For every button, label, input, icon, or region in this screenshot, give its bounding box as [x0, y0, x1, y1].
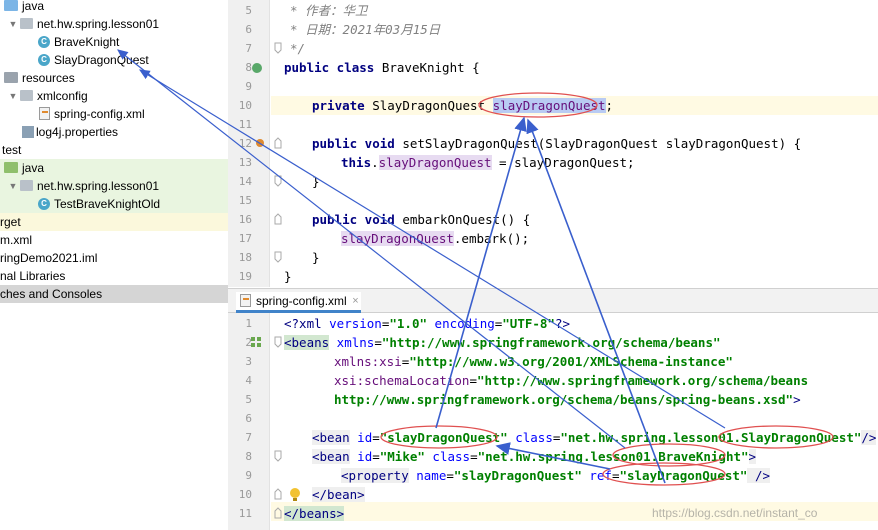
line-number: 1: [245, 317, 252, 330]
properties-file-icon: [22, 126, 34, 138]
folder-icon: [4, 72, 18, 83]
code-line-6: * 日期：2021年03月15日: [290, 22, 441, 37]
fold-marker-icon[interactable]: [274, 213, 282, 225]
tree-item-spring-config[interactable]: spring-config.xml: [0, 105, 228, 123]
line-number: 7: [245, 42, 252, 55]
xml-line-5: http://www.springframework.org/schema/be…: [334, 392, 801, 407]
line-number: 8: [245, 61, 252, 74]
fold-marker-icon[interactable]: [274, 175, 282, 187]
tree-item-java-src[interactable]: java: [0, 0, 228, 15]
tree-item-log4j[interactable]: log4j.properties: [0, 123, 228, 141]
editor-tab-bar: spring-config.xml ×: [228, 288, 878, 313]
tree-item-braveknight[interactable]: C BraveKnight: [0, 33, 228, 51]
run-class-icon[interactable]: [250, 61, 264, 75]
chevron-down-icon[interactable]: ▼: [8, 177, 18, 195]
code-line-19: }: [284, 269, 292, 284]
project-tree: java ▼ net.hw.spring.lesson01 C BraveKni…: [0, 0, 228, 530]
code-line-7: */: [290, 41, 306, 56]
line-number: 15: [238, 194, 252, 207]
line-number: 8: [245, 450, 252, 463]
line-number: 5: [245, 4, 252, 17]
line-number: 10: [238, 488, 252, 501]
xml-line-2: <beans xmlns="http://www.springframework…: [284, 335, 721, 350]
line-number: 13: [238, 156, 252, 169]
line-number: 6: [245, 23, 252, 36]
xml-line-7: <bean id="slayDragonQuest" class="net.hw…: [312, 430, 877, 445]
watermark: https://blog.csdn.net/instant_co: [652, 506, 818, 520]
line-number: 3: [245, 355, 252, 368]
close-icon[interactable]: ×: [352, 292, 358, 311]
fold-marker-icon[interactable]: [274, 42, 282, 54]
line-number: 14: [238, 175, 252, 188]
xml-file-icon: [39, 107, 50, 120]
xml-line-4: xsi:schemaLocation="http://www.springfra…: [334, 373, 809, 388]
line-number: 5: [245, 393, 252, 406]
code-line-12: public void setSlayDragonQuest(SlayDrago…: [312, 136, 802, 151]
package-icon: [20, 180, 33, 191]
tree-item-xmlconfig[interactable]: ▼ xmlconfig: [0, 87, 228, 105]
line-number: 2: [245, 336, 252, 349]
line-number: 19: [238, 270, 252, 283]
code-line-16: public void embarkOnQuest() {: [312, 212, 531, 227]
tree-item-test-package[interactable]: ▼ net.hw.spring.lesson01: [0, 177, 228, 195]
lightbulb-icon[interactable]: [288, 487, 302, 503]
line-number: 4: [245, 374, 252, 387]
code-line-10: private SlayDragonQuest slayDragonQuest;: [312, 98, 614, 113]
tree-item-iml[interactable]: ringDemo2021.iml: [0, 249, 228, 267]
xml-line-8: <bean id="Mike" class="net.hw.spring.les…: [312, 449, 757, 464]
code-line-5: * 作者：华卫: [290, 3, 368, 18]
package-icon: [20, 18, 33, 29]
code-line-14: }: [312, 174, 320, 189]
chevron-down-icon[interactable]: ▼: [8, 15, 18, 33]
tree-item-test[interactable]: test: [0, 141, 228, 159]
chevron-down-icon[interactable]: ▼: [8, 87, 18, 105]
line-number: 10: [238, 99, 252, 112]
code-line-18: }: [312, 250, 320, 265]
xml-line-10: </bean>: [312, 487, 365, 502]
tree-item-external-libraries[interactable]: nal Libraries: [0, 267, 228, 285]
tree-item-target[interactable]: rget: [0, 213, 228, 231]
line-number: 9: [245, 469, 252, 482]
fold-marker-icon[interactable]: [274, 251, 282, 263]
line-number: 11: [238, 118, 252, 131]
line-number: 12: [238, 137, 252, 150]
spring-bean-icon[interactable]: [250, 336, 264, 348]
tree-item-testbraveknightold[interactable]: C TestBraveKnightOld: [0, 195, 228, 213]
fold-marker-icon[interactable]: [274, 450, 282, 462]
folder-icon: [4, 162, 18, 173]
fold-marker-icon[interactable]: [274, 137, 282, 149]
folder-icon: [4, 0, 18, 11]
package-icon: [20, 90, 33, 101]
line-number: 18: [238, 251, 252, 264]
class-icon: C: [38, 198, 50, 210]
xml-line-11: </beans>: [284, 506, 345, 521]
xml-line-9: <property name="slayDragonQuest" ref="sl…: [341, 468, 770, 483]
line-number: 9: [245, 80, 252, 93]
line-number: 16: [238, 213, 252, 226]
class-icon: C: [38, 36, 50, 48]
fold-marker-icon[interactable]: [274, 507, 282, 519]
tree-item-scratches[interactable]: ches and Consoles: [0, 285, 228, 303]
class-icon: C: [38, 54, 50, 66]
line-number: 17: [238, 232, 252, 245]
code-line-13: this.slayDragonQuest = slayDragonQuest;: [341, 155, 635, 170]
code-line-17: slayDragonQuest.embark();: [341, 231, 530, 246]
tree-item-resources[interactable]: resources: [0, 69, 228, 87]
tree-item-slaydragonquest[interactable]: C SlayDragonQuest: [0, 51, 228, 69]
fold-marker-icon[interactable]: [274, 488, 282, 500]
tree-item-package[interactable]: ▼ net.hw.spring.lesson01: [0, 15, 228, 33]
line-number: 11: [238, 507, 252, 520]
xml-file-icon: [240, 294, 251, 307]
tree-item-pom[interactable]: m.xml: [0, 231, 228, 249]
override-method-icon[interactable]: [254, 137, 266, 149]
tree-item-test-java[interactable]: java: [0, 159, 228, 177]
line-number: 7: [245, 431, 252, 444]
line-number: 6: [245, 412, 252, 425]
xml-line-1: <?xml version="1.0" encoding="UTF-8"?>: [284, 316, 571, 331]
tab-spring-config[interactable]: spring-config.xml ×: [236, 292, 361, 313]
fold-marker-icon[interactable]: [274, 336, 282, 348]
xml-line-3: xmlns:xsi="http://www.w3.org/2001/XMLSch…: [334, 354, 733, 369]
code-line-8: public class BraveKnight {: [284, 60, 480, 75]
